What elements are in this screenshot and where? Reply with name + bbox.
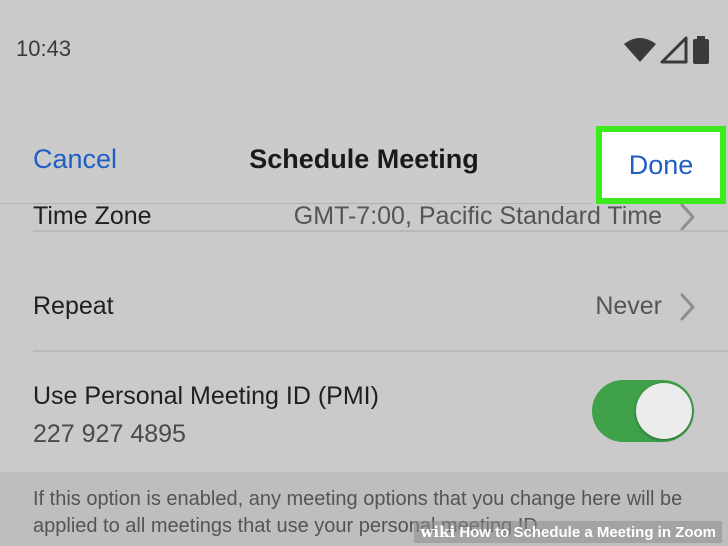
row-divider [33,230,728,232]
settings-list: Time Zone GMT-7:00, Pacific Standard Tim… [0,202,728,472]
pmi-toggle[interactable] [592,380,694,442]
status-icons [622,36,714,64]
toggle-knob [636,383,692,439]
time-zone-label: Time Zone [33,202,152,230]
pmi-label: Use Personal Meeting ID (PMI) [33,382,379,410]
wifi-icon [624,38,656,62]
time-zone-row[interactable]: Time Zone GMT-7:00, Pacific Standard Tim… [0,202,728,264]
cancel-button[interactable]: Cancel [33,144,117,175]
chevron-right-icon [680,203,695,231]
watermark-brand: wiki [420,523,456,541]
repeat-row[interactable]: Repeat Never [0,268,728,352]
cellular-signal-icon [660,36,688,64]
time-zone-value: GMT-7:00, Pacific Standard Time [293,202,662,230]
watermark-text: How to Schedule a Meeting in Zoom [459,524,716,541]
pmi-number: 227 927 4895 [33,420,186,448]
chevron-right-icon [680,293,695,321]
watermark: wiki How to Schedule a Meeting in Zoom [414,521,722,543]
repeat-label: Repeat [33,292,114,320]
battery-icon [693,36,709,64]
done-button-highlight: Done [596,126,726,204]
repeat-value: Never [595,292,662,320]
done-button[interactable]: Done [602,150,720,181]
nav-bar: Cancel Schedule Meeting Done [0,100,728,204]
status-time: 10:43 [16,36,72,61]
status-bar: 10:43 [0,0,728,100]
